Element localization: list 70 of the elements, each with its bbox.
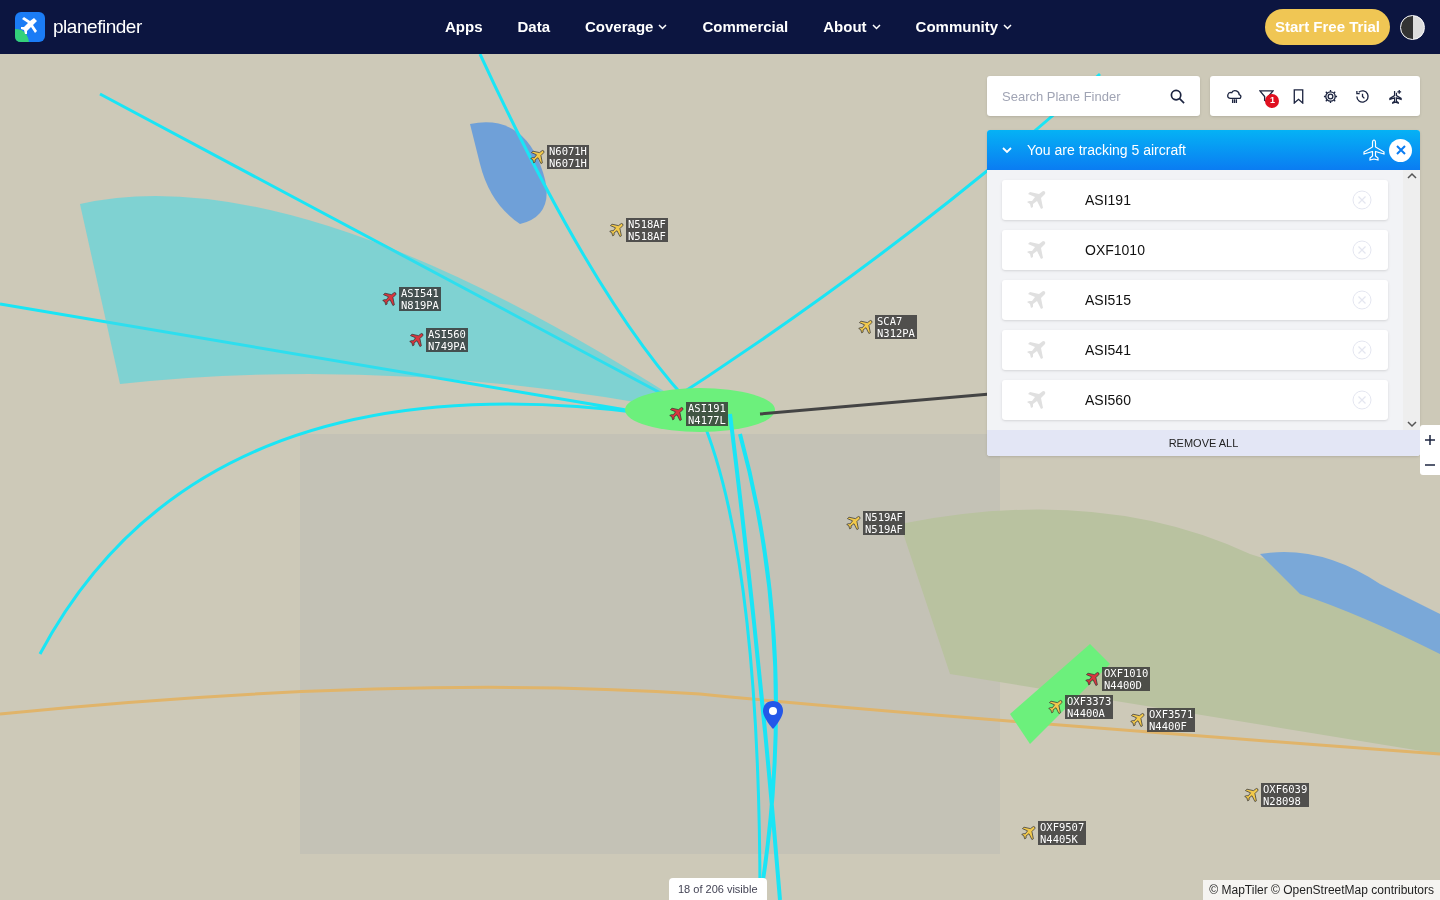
brand-name[interactable]: planefinder — [53, 12, 142, 42]
aircraft-label[interactable]: OXF9507 N4405K — [1038, 821, 1087, 845]
close-button[interactable] — [1389, 138, 1412, 162]
nav-link[interactable]: Apps — [445, 15, 483, 39]
aircraft-icon[interactable] — [1021, 825, 1037, 841]
aircraft-callsign: ASI515 — [1085, 290, 1132, 310]
aircraft-icon[interactable] — [1244, 787, 1260, 803]
plane-icon — [1026, 189, 1048, 211]
aircraft-label[interactable]: ASI541 N819PA — [399, 287, 441, 311]
close-icon — [1395, 145, 1406, 155]
aircraft-label[interactable]: ASI191 N4177L — [686, 402, 728, 426]
aircraft-label[interactable]: OXF6039 N28098 — [1261, 783, 1310, 807]
remove-all-button[interactable]: REMOVE ALL — [987, 430, 1420, 457]
tracked-aircraft-item[interactable]: ASI191 — [1002, 180, 1388, 220]
scroll-up-icon[interactable] — [1406, 172, 1417, 179]
scrollbar[interactable] — [1403, 170, 1420, 430]
aircraft-callsign: ASI191 — [1085, 190, 1132, 210]
scroll-down-icon[interactable] — [1406, 421, 1417, 428]
logo-icon — [15, 12, 45, 42]
add-aircraft-icon[interactable] — [1388, 88, 1404, 104]
tracked-aircraft-item[interactable]: ASI560 — [1002, 380, 1388, 420]
plane-icon — [1363, 139, 1385, 161]
filter-count-badge: 1 — [1265, 93, 1280, 108]
aircraft-callsign: ASI541 — [1085, 340, 1132, 360]
tracked-aircraft-item[interactable]: ASI515 — [1002, 280, 1388, 320]
settings-icon[interactable] — [1322, 88, 1338, 104]
aircraft-label[interactable]: N518AF N518AF — [626, 218, 668, 242]
aircraft-icon[interactable] — [409, 332, 425, 348]
aircraft-icon[interactable] — [382, 291, 398, 307]
visible-count: 18 of 206 visible — [669, 878, 767, 900]
map-attribution: © MapTiler © OpenStreetMap contributors — [1203, 880, 1440, 900]
avatar[interactable] — [1400, 14, 1425, 40]
location-pin-icon — [763, 701, 783, 729]
zoom-out-icon[interactable] — [1425, 463, 1435, 466]
plane-icon — [1026, 339, 1048, 361]
aircraft-label[interactable]: OXF3571 N4400F — [1147, 708, 1196, 732]
aircraft-label[interactable]: N6071H N6071H — [547, 145, 589, 169]
search-field[interactable]: Search Plane Finder — [987, 76, 1200, 116]
aircraft-label[interactable]: SCA7 N312PA — [875, 315, 917, 339]
tracking-title: You are tracking 5 aircraft — [1027, 140, 1187, 160]
aircraft-icon[interactable] — [1048, 699, 1064, 715]
nav-link[interactable]: Coverage — [585, 15, 668, 39]
weather-icon[interactable] — [1226, 88, 1242, 104]
nav-link[interactable]: Community — [915, 15, 1013, 39]
search-icon[interactable] — [1170, 89, 1185, 104]
collapse-icon[interactable] — [1001, 146, 1013, 154]
plane-icon — [1026, 289, 1048, 311]
aircraft-callsign: ASI560 — [1085, 390, 1132, 410]
history-icon[interactable] — [1355, 88, 1371, 104]
aircraft-icon[interactable] — [858, 319, 874, 335]
aircraft-label[interactable]: N519AF N519AF — [863, 511, 905, 535]
aircraft-icon[interactable] — [609, 222, 625, 238]
nav-link[interactable]: Data — [517, 15, 550, 39]
aircraft-label[interactable]: OXF3373 N4400A — [1065, 695, 1114, 719]
aircraft-icon[interactable] — [669, 406, 685, 422]
aircraft-callsign: OXF1010 — [1085, 240, 1146, 260]
tracked-aircraft-item[interactable]: OXF1010 — [1002, 230, 1388, 270]
plane-icon — [1026, 239, 1048, 261]
aircraft-label[interactable]: OXF1010 N4400D — [1102, 667, 1151, 691]
zoom-in-icon[interactable] — [1425, 434, 1435, 445]
aircraft-label[interactable]: ASI560 N749PA — [426, 328, 468, 352]
plane-icon — [1026, 389, 1048, 411]
tracked-aircraft-item[interactable]: ASI541 — [1002, 330, 1388, 370]
aircraft-icon[interactable] — [1085, 671, 1101, 687]
nav-link[interactable]: About — [823, 15, 881, 39]
aircraft-icon[interactable] — [530, 149, 546, 165]
aircraft-icon[interactable] — [1130, 712, 1146, 728]
nav-link[interactable]: Commercial — [702, 15, 789, 39]
aircraft-icon[interactable] — [846, 515, 862, 531]
bookmark-icon[interactable] — [1292, 88, 1306, 104]
